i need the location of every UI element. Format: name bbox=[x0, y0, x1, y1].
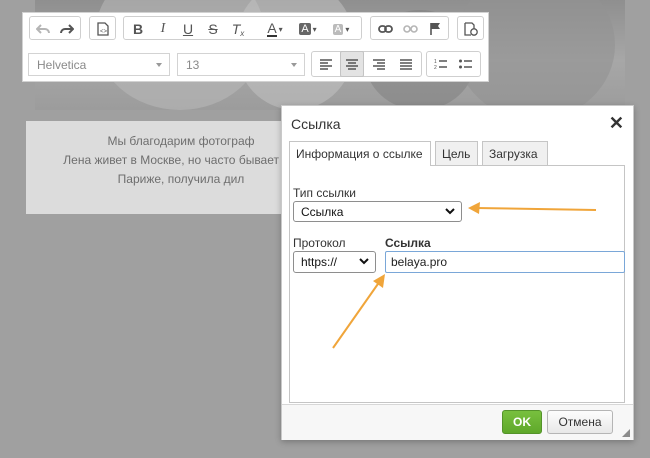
tab-link-info[interactable]: Информация о ссылке bbox=[289, 141, 431, 166]
arrow-to-url-input bbox=[332, 274, 385, 349]
annotation-arrows bbox=[332, 202, 597, 349]
arrow-to-link-type bbox=[468, 202, 597, 214]
